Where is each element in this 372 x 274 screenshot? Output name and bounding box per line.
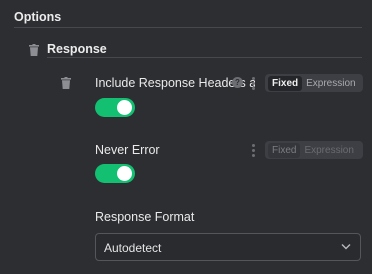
response-format-label: Response Format — [95, 210, 195, 224]
section-divider — [14, 27, 362, 28]
never-error-mode-toggle[interactable]: Fixed Expression — [265, 141, 363, 159]
mode-expression-option[interactable]: Expression — [302, 76, 359, 91]
options-section-title: Options — [14, 10, 62, 24]
mode-expression-option[interactable]: Expression — [300, 143, 357, 158]
never-error-label: Never Error — [95, 143, 160, 157]
include-headers-mode-toggle[interactable]: Fixed Expression — [265, 74, 363, 92]
never-error-switch[interactable] — [95, 164, 135, 183]
switch-knob — [117, 100, 132, 115]
help-icon[interactable]: ? — [232, 77, 243, 88]
include-headers-label: Include Response Headers and Status — [95, 76, 255, 90]
chevron-down-icon — [341, 244, 351, 250]
mode-fixed-option[interactable]: Fixed — [268, 142, 301, 158]
include-headers-switch[interactable] — [95, 98, 135, 117]
mode-fixed-option[interactable]: Fixed — [268, 75, 303, 91]
trash-icon[interactable] — [61, 77, 71, 89]
switch-knob — [117, 166, 132, 181]
vertical-dots-icon[interactable] — [252, 144, 255, 157]
response-format-value: Autodetect — [104, 241, 162, 255]
trash-icon[interactable] — [29, 44, 39, 56]
group-divider — [47, 57, 362, 58]
vertical-dots-icon[interactable] — [252, 77, 255, 90]
response-group-title: Response — [47, 42, 107, 56]
response-format-select[interactable]: Autodetect — [95, 233, 361, 261]
